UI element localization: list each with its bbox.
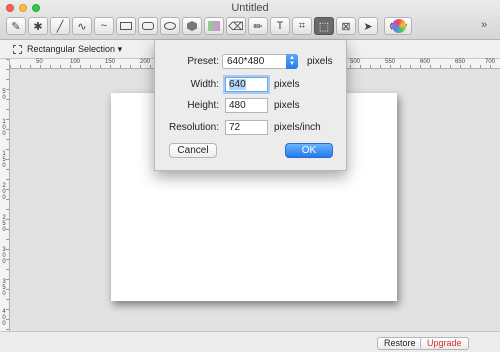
pencil-icon: ✏ — [253, 20, 263, 33]
gradient-tool[interactable] — [204, 17, 224, 35]
preset-select[interactable]: 640*480 ▲ ▼ — [222, 54, 298, 69]
rectangle-tool[interactable] — [116, 17, 136, 35]
ruler-label: 200 — [140, 59, 151, 65]
ruler-label: 3 0 0 — [2, 247, 6, 265]
ruler-label: 5 0 — [2, 89, 6, 101]
pointer-icon: ➤ — [363, 20, 373, 33]
width-value: 640 — [229, 79, 246, 90]
width-unit: pixels — [274, 79, 300, 90]
width-label: Width: — [190, 79, 219, 90]
ruler-label: 600 — [420, 59, 431, 65]
title-bar: Untitled ✎ ✱ ╱ ∿ ~ ⌫ ✏ T ⌗ ⬚ ⊠ ➤ ⚙ ▾ » — [0, 0, 500, 40]
ruler-label: 1 0 0 — [2, 119, 6, 137]
chevron-down-icon: ▾ — [117, 44, 123, 54]
ruler-label: 150 — [105, 59, 116, 65]
pencil-tool[interactable]: ✏ — [248, 17, 268, 35]
restore-button[interactable]: Restore — [377, 337, 423, 350]
eraser-icon: ⌫ — [228, 20, 244, 33]
selection-mode-dropdown[interactable]: Rectangular Selection ▾ — [27, 44, 122, 55]
rectangular-selection-tool[interactable]: ⬚ — [314, 17, 334, 35]
polygon-icon — [187, 21, 197, 31]
eyedropper-icon: ✎ — [11, 20, 21, 33]
color-palette-button[interactable] — [390, 17, 408, 35]
magic-wand-icon: ✱ — [33, 20, 43, 33]
ruler-label: 500 — [350, 59, 361, 65]
gradient-icon — [208, 21, 220, 31]
ruler-label: 4 0 0 — [2, 309, 6, 327]
pointer-tool[interactable]: ➤ — [358, 17, 378, 35]
updown-arrows-icon: ▲ ▼ — [286, 54, 298, 69]
rounded-rectangle-icon — [142, 22, 154, 30]
bottom-bar: Restore Upgrade — [0, 331, 500, 352]
magic-wand-tool[interactable]: ✱ — [28, 17, 48, 35]
bezier-curve-icon: ∿ — [77, 20, 87, 33]
bezier-curve-tool[interactable]: ∿ — [72, 17, 92, 35]
resolution-field[interactable]: 72 — [225, 120, 268, 135]
vertical-ruler: 5 0 1 0 0 1 5 0 2 0 0 2 5 0 3 0 0 3 5 0 … — [0, 59, 10, 331]
height-field[interactable]: 480 — [225, 98, 268, 113]
tool-bar: ✎ ✱ ╱ ∿ ~ ⌫ ✏ T ⌗ ⬚ ⊠ ➤ ⚙ ▾ — [6, 17, 414, 35]
selection-mode-label: Rectangular Selection — [27, 44, 116, 54]
ruler-label: 700 — [485, 59, 496, 65]
height-unit: pixels — [274, 100, 300, 111]
selection-mode-icon — [13, 45, 22, 54]
toolbar-overflow-icon[interactable]: » — [481, 19, 487, 31]
ruler-label: 550 — [385, 59, 396, 65]
ok-button[interactable]: OK — [285, 143, 333, 158]
color-palette-icon — [392, 19, 406, 33]
rectangular-selection-icon: ⬚ — [318, 20, 330, 33]
freehand-curve-icon: ~ — [100, 20, 108, 32]
window-title: Untitled — [231, 2, 269, 14]
text-tool[interactable]: T — [270, 17, 290, 35]
eyedropper-tool[interactable]: ✎ — [6, 17, 26, 35]
app-window: Untitled ✎ ✱ ╱ ∿ ~ ⌫ ✏ T ⌗ ⬚ ⊠ ➤ ⚙ ▾ » R… — [0, 0, 500, 352]
preset-unit: pixels — [307, 56, 333, 67]
upgrade-button[interactable]: Upgrade — [420, 337, 469, 350]
ruler-label: 50 — [36, 59, 43, 65]
freehand-curve-tool[interactable]: ~ — [94, 17, 114, 35]
polygon-tool[interactable] — [182, 17, 202, 35]
new-image-dialog: Preset: 640*480 ▲ ▼ pixels Width: 640 pix… — [154, 40, 347, 171]
ruler-label: 650 — [455, 59, 466, 65]
eraser-tool[interactable]: ⌫ — [226, 17, 246, 35]
rounded-rectangle-tool[interactable] — [138, 17, 158, 35]
line-tool[interactable]: ╱ — [50, 17, 70, 35]
ruler-label: 2 5 0 — [2, 215, 6, 233]
height-label: Height: — [187, 100, 219, 111]
ruler-label: 100 — [70, 59, 81, 65]
ellipse-tool[interactable] — [160, 17, 180, 35]
preset-label: Preset: — [187, 56, 219, 67]
resolution-label: Resolution: — [168, 122, 219, 133]
ruler-label: 1 5 0 — [2, 151, 6, 169]
width-field[interactable]: 640 — [225, 77, 268, 92]
line-icon: ╱ — [56, 20, 64, 33]
crop-tool[interactable]: ⌗ — [292, 17, 312, 35]
text-icon: T — [276, 20, 284, 32]
magic-selection-tool[interactable]: ⊠ — [336, 17, 356, 35]
ruler-label: 2 0 0 — [2, 183, 6, 201]
cancel-button[interactable]: Cancel — [169, 143, 217, 158]
rectangle-icon — [120, 22, 132, 30]
magic-selection-icon: ⊠ — [341, 20, 351, 33]
resolution-unit: pixels/inch — [274, 122, 321, 133]
ruler-label: 3 5 0 — [2, 279, 6, 297]
ellipse-icon — [164, 22, 176, 30]
crop-icon: ⌗ — [298, 19, 306, 32]
preset-value: 640*480 — [227, 56, 265, 67]
